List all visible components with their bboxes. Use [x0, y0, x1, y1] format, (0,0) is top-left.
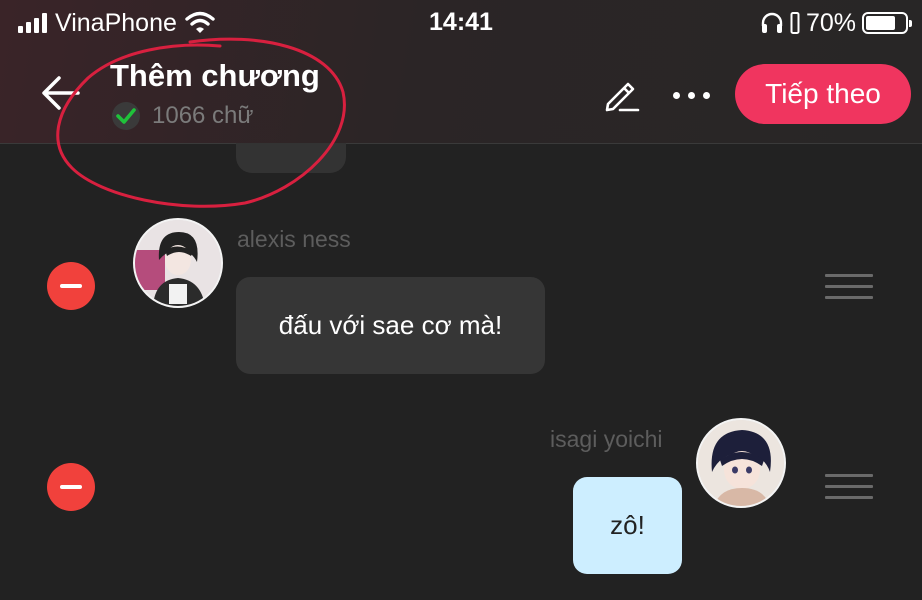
- drag-handle-icon[interactable]: [825, 274, 873, 300]
- avatar-alexis-ness: [133, 218, 223, 308]
- battery-icon: [862, 12, 912, 34]
- message-bubble[interactable]: đấu với sae cơ mà!: [236, 277, 545, 374]
- sender-name: alexis ness: [237, 226, 351, 252]
- more-options-icon[interactable]: [666, 78, 716, 112]
- edit-pencil-icon[interactable]: [602, 74, 642, 114]
- remove-message-button[interactable]: [47, 262, 95, 310]
- remove-message-button[interactable]: [47, 463, 95, 511]
- page-title: Thêm chương: [110, 58, 320, 93]
- drag-handle-icon[interactable]: [825, 474, 873, 500]
- message-bubble[interactable]: zô!: [573, 477, 682, 574]
- back-arrow-icon[interactable]: [38, 70, 84, 116]
- check-icon: [112, 102, 140, 130]
- sender-name: isagi yoichi: [550, 426, 663, 452]
- battery-percent: 70%: [805, 8, 856, 37]
- status-right: 70%: [760, 8, 912, 38]
- top-bar: VinaPhone 14:41 70% Thêm chương 1066 chữ: [0, 0, 922, 144]
- next-button[interactable]: Tiếp theo: [735, 64, 911, 124]
- word-count: 1066 chữ: [112, 100, 253, 132]
- word-count-label: 1066 chữ: [152, 102, 254, 129]
- orientation-lock-icon: [790, 12, 800, 34]
- avatar-isagi-yoichi: [696, 418, 786, 508]
- previous-message-bubble: [236, 143, 346, 173]
- headphones-icon: [761, 12, 783, 33]
